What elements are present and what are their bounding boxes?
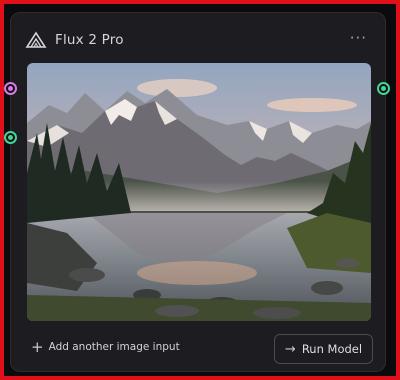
output-handle[interactable]: [377, 82, 390, 95]
model-node-card[interactable]: Flux 2 Pro ··· + Add another image input…: [10, 12, 386, 372]
node-header: Flux 2 Pro ···: [11, 13, 385, 63]
add-image-input-button[interactable]: + Add another image input: [31, 338, 180, 356]
add-image-input-label: Add another image input: [48, 341, 180, 353]
output-image[interactable]: [27, 63, 371, 321]
run-model-label: Run Model: [301, 342, 363, 356]
plus-icon: +: [31, 338, 44, 356]
input-handle-image[interactable]: [4, 82, 17, 95]
arrow-right-icon: →: [284, 341, 296, 357]
flux-logo-icon: [25, 31, 47, 49]
node-title: Flux 2 Pro: [55, 32, 124, 48]
input-handle-secondary[interactable]: [4, 131, 17, 144]
run-model-button[interactable]: → Run Model: [274, 334, 373, 364]
more-dots-icon[interactable]: ···: [350, 29, 367, 47]
